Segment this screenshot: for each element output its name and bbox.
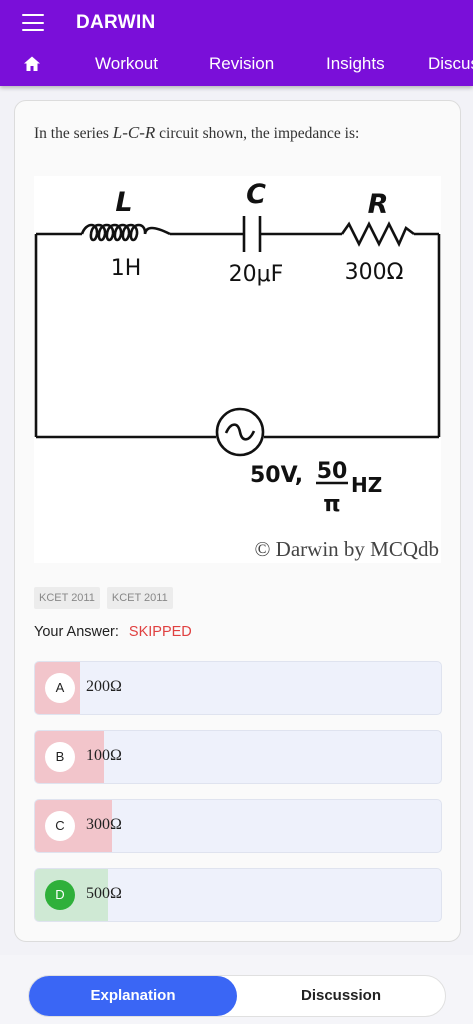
question-suffix: circuit shown, the impedance is: (155, 125, 360, 142)
tag: KCET 2011 (106, 587, 173, 609)
capacitor-value: 20μF (229, 262, 284, 287)
resistor-value: 300Ω (345, 260, 404, 285)
option-letter: B (45, 742, 75, 772)
option-text: 100Ω (86, 747, 122, 764)
resistor-symbol: R (368, 189, 389, 220)
option-text: 200Ω (86, 678, 122, 695)
tag-list: KCET 2011 KCET 2011 (34, 587, 180, 609)
question-circuit: L-C-R (112, 123, 156, 142)
option-text: 300Ω (86, 816, 122, 833)
tab-discussion[interactable]: Discussion (428, 54, 473, 74)
your-answer: Your Answer: SKIPPED (34, 624, 192, 640)
option-a[interactable]: A 200Ω (34, 661, 442, 715)
question-prefix: In the series (34, 125, 113, 142)
menu-icon[interactable] (22, 14, 44, 32)
source-voltage: 50V, (250, 463, 303, 488)
view-switcher: Explanation Discussion (28, 975, 446, 1017)
circuit-diagram: L 1H C 20μF R 300Ω 50V, 50 π HZ © Darwin… (34, 176, 441, 563)
option-b[interactable]: B 100Ω (34, 730, 442, 784)
option-letter: D (45, 880, 75, 910)
question-card: In the series L-C-R circuit shown, the i… (14, 100, 461, 942)
option-c[interactable]: C 300Ω (34, 799, 442, 853)
tab-revision[interactable]: Revision (209, 54, 274, 74)
question-text: In the series L-C-R circuit shown, the i… (34, 123, 359, 143)
option-letter: C (45, 811, 75, 841)
option-d[interactable]: D 500Ω (34, 868, 442, 922)
capacitor-symbol: C (246, 179, 266, 210)
watermark: © Darwin by MCQdb (254, 537, 439, 561)
source-freq-numerator: 50 (317, 459, 348, 484)
nav-tabs: Workout Revision Insights Discussion (0, 46, 473, 86)
app-bar: DARWIN Workout Revision Insights Discuss… (0, 0, 473, 86)
explanation-button[interactable]: Explanation (29, 976, 237, 1016)
app-title: DARWIN (76, 12, 156, 33)
your-answer-label: Your Answer: (34, 624, 119, 640)
tab-workout[interactable]: Workout (95, 54, 158, 74)
source-freq-denominator: π (323, 492, 340, 517)
inductor-symbol: L (115, 187, 132, 218)
tag: KCET 2011 (34, 587, 100, 609)
tab-insights[interactable]: Insights (326, 54, 385, 74)
title-bar: DARWIN (0, 0, 473, 46)
option-text: 500Ω (86, 885, 122, 902)
source-freq-unit: HZ (351, 473, 382, 497)
your-answer-value: SKIPPED (128, 624, 192, 640)
option-letter: A (45, 673, 75, 703)
bottom-bar: Explanation Discussion (0, 955, 473, 1024)
inductor-value: 1H (111, 256, 142, 281)
discussion-button[interactable]: Discussion (237, 976, 445, 1016)
